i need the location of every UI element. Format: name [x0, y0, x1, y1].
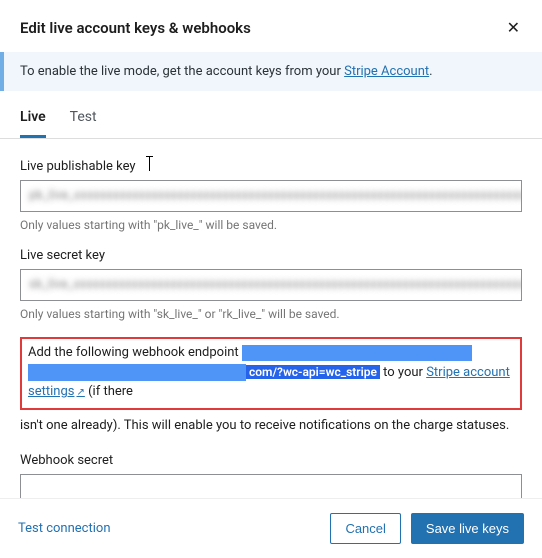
stripe-account-link[interactable]: Stripe Account	[344, 64, 429, 79]
info-banner: To enable the live mode, get the account…	[0, 52, 542, 91]
publishable-key-label: Live publishable key	[20, 159, 522, 174]
webhook-text-mid: to your	[380, 365, 426, 380]
webhook-text-suffix2: isn't one already). This will enable you…	[20, 414, 522, 438]
footer-buttons: Cancel Save live keys	[330, 513, 524, 544]
modal-title: Edit live account keys & webhooks	[20, 19, 251, 37]
webhook-text-prefix: Add the following webhook endpoint	[28, 345, 242, 360]
close-icon[interactable]: ✕	[505, 18, 522, 38]
modal-header: Edit live account keys & webhooks ✕	[0, 0, 542, 52]
webhook-secret-input[interactable]	[20, 474, 522, 498]
edit-keys-modal: Edit live account keys & webhooks ✕ To e…	[0, 0, 542, 558]
tab-test[interactable]: Test	[70, 99, 97, 138]
webhook-secret-label: Webhook secret	[20, 453, 522, 468]
modal-footer: Test connection Cancel Save live keys	[0, 498, 542, 558]
cancel-button[interactable]: Cancel	[330, 513, 400, 544]
save-button[interactable]: Save live keys	[411, 513, 524, 544]
redacted-block-icon	[28, 364, 246, 381]
secret-key-label: Live secret key	[20, 248, 522, 263]
external-link-icon: ↗	[76, 387, 84, 398]
webhook-endpoint-note: Add the following webhook endpoint com/?…	[20, 337, 522, 410]
tab-live[interactable]: Live	[20, 99, 46, 138]
secret-key-input[interactable]: sk_live_xxxxxxxxxxxxxxxxxxxxxxxxxxxxxxxx…	[20, 269, 522, 301]
field-secret-key: Live secret key sk_live_xxxxxxxxxxxxxxxx…	[20, 248, 522, 321]
modal-body: Live publishable key pk_live_xxxxxxxxxxx…	[0, 139, 542, 498]
field-publishable-key: Live publishable key pk_live_xxxxxxxxxxx…	[20, 159, 522, 232]
publishable-key-input[interactable]: pk_live_xxxxxxxxxxxxxxxxxxxxxxxxxxxxxxxx…	[20, 180, 522, 212]
publishable-key-helper: Only values starting with "pk_live_" wil…	[20, 218, 522, 232]
test-connection-link[interactable]: Test connection	[18, 521, 111, 536]
redacted-block-icon	[242, 345, 472, 361]
field-webhook-secret: Webhook secret Get your webhook signing …	[20, 453, 522, 498]
tabs: Live Test	[0, 99, 542, 139]
webhook-text-suffix1: (if there	[85, 384, 133, 399]
secret-key-helper: Only values starting with "sk_live_" or …	[20, 307, 522, 321]
webhook-url-fragment: com/?wc-api=wc_stripe	[246, 365, 380, 379]
banner-text-suffix: .	[429, 64, 432, 79]
banner-text-prefix: To enable the live mode, get the account…	[20, 64, 344, 79]
